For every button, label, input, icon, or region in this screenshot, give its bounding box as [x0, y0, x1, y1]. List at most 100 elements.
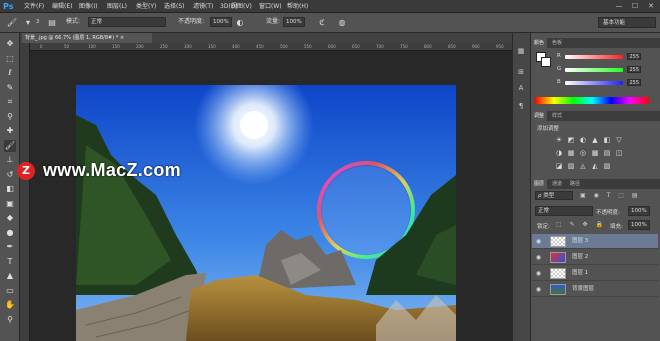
tab-adjustments[interactable]: 调整 — [531, 111, 548, 121]
brush-panel-icon[interactable]: ▤ — [46, 17, 58, 29]
adjustment-icon[interactable]: ◎ — [578, 148, 588, 158]
menu-item[interactable]: 选择(S) — [164, 2, 185, 11]
layer-name[interactable]: 图层 3 — [572, 234, 588, 249]
layer-opacity-input[interactable]: 100% — [628, 206, 650, 216]
menu-item[interactable]: 滤镜(T) — [193, 2, 213, 11]
layer-name[interactable]: 图层 1 — [572, 266, 588, 281]
channel-value[interactable]: 255 — [627, 66, 641, 73]
history-panel-icon[interactable]: ▦ — [515, 45, 527, 57]
layer-kind-filter[interactable]: ρ 类型 — [535, 191, 573, 200]
lock-icons[interactable]: ⬚ ✎ ✥ 🔒 — [556, 221, 606, 228]
brush-size[interactable]: 3 — [36, 17, 39, 27]
maximize-button[interactable]: ☐ — [628, 1, 642, 11]
adjustment-icon[interactable]: ▤ — [602, 148, 612, 158]
adjustment-icon[interactable]: ▨ — [602, 161, 612, 171]
adjustment-icon[interactable]: ▲ — [590, 135, 600, 145]
adjustment-icon[interactable]: ▽ — [614, 135, 624, 145]
adjustment-icon[interactable]: ▩ — [590, 148, 600, 158]
lasso-tool-icon[interactable]: ℓ — [4, 67, 16, 79]
brush-tool-icon[interactable]: 🖌 — [6, 17, 18, 29]
opacity-input[interactable]: 100% — [210, 17, 232, 27]
adjustment-icon[interactable]: ◧ — [602, 135, 612, 145]
workspace-select[interactable]: 基本功能 — [598, 17, 656, 28]
adjustment-icon[interactable]: ◪ — [554, 161, 564, 171]
blur-tool-icon[interactable]: ◆ — [4, 212, 16, 224]
fill-input[interactable]: 100% — [628, 220, 650, 230]
eraser-tool-icon[interactable]: ◧ — [4, 183, 16, 195]
menu-item[interactable]: 图层(L) — [107, 2, 127, 11]
layer-name[interactable]: 背景图层 — [572, 282, 594, 297]
marquee-tool-icon[interactable]: ⬚ — [4, 53, 16, 65]
zoom-tool-icon[interactable]: ⚲ — [4, 314, 16, 326]
eyedropper-tool-icon[interactable]: ⚲ — [4, 111, 16, 123]
type-tool-icon[interactable]: T — [4, 256, 16, 268]
tab-swatches[interactable]: 色板 — [549, 38, 565, 48]
eye-icon[interactable]: ◉ — [534, 266, 543, 281]
adjustment-icon[interactable]: ◭ — [590, 161, 600, 171]
adjustment-icon[interactable]: ◑ — [554, 148, 564, 158]
pressure-opacity-icon[interactable]: ◐ — [234, 17, 246, 29]
properties-panel-icon[interactable]: ⊞ — [515, 66, 527, 78]
move-tool-icon[interactable]: ✥ — [4, 38, 16, 50]
menu-item[interactable]: 文件(F) — [24, 2, 44, 11]
eye-icon[interactable]: ◉ — [534, 250, 543, 265]
blend-mode-select[interactable]: 正常 — [535, 206, 593, 216]
pen-tool-icon[interactable]: ✒ — [4, 241, 16, 253]
photoshop-logo[interactable]: Ps — [3, 1, 19, 12]
menu-item[interactable]: 编辑(E) — [52, 2, 72, 11]
dodge-tool-icon[interactable]: ● — [4, 227, 16, 239]
healing-tool-icon[interactable]: ✚ — [4, 125, 16, 137]
path-select-tool-icon[interactable]: ▲ — [4, 270, 16, 282]
minimize-button[interactable]: — — [612, 1, 626, 11]
adjustment-icon[interactable]: ◬ — [578, 161, 588, 171]
quick-select-tool-icon[interactable]: ✎ — [4, 82, 16, 94]
eye-icon[interactable]: ◉ — [534, 282, 543, 297]
close-button[interactable]: ✕ — [644, 1, 658, 11]
character-panel-icon[interactable]: A — [515, 82, 527, 94]
document-tab[interactable]: 背景_.jpg @ 66.7% (图层 1, RGB/8#) * × — [22, 33, 152, 43]
shape-tool-icon[interactable]: ▭ — [4, 285, 16, 297]
tab-paths[interactable]: 路径 — [567, 179, 583, 189]
tab-channels[interactable]: 通道 — [549, 179, 565, 189]
menu-item[interactable]: 图像(I) — [79, 2, 97, 11]
airbrush-icon[interactable]: ℭ — [316, 17, 328, 29]
brush-preset-picker-icon[interactable]: ▾ — [22, 17, 34, 29]
clone-stamp-tool-icon[interactable]: ⊥ — [4, 154, 16, 166]
channel-slider[interactable] — [565, 55, 623, 59]
adjustment-icon[interactable]: ▧ — [566, 161, 576, 171]
menu-item[interactable]: 帮助(H) — [287, 2, 308, 11]
tab-color[interactable]: 颜色 — [531, 38, 548, 48]
eye-icon[interactable]: ◉ — [534, 234, 543, 249]
background-swatch[interactable] — [541, 57, 551, 67]
color-spectrum-bar[interactable] — [535, 97, 649, 104]
flow-input[interactable]: 100% — [283, 17, 305, 27]
adjustment-icon[interactable]: ▦ — [566, 148, 576, 158]
layer-row[interactable]: ◉ 图层 3 — [532, 234, 658, 249]
menu-item[interactable]: 窗口(W) — [259, 2, 282, 11]
mode-select[interactable]: 正常 — [88, 17, 166, 27]
adjustment-icon[interactable]: ◩ — [566, 135, 576, 145]
gradient-tool-icon[interactable]: ▣ — [4, 198, 16, 210]
tab-layers[interactable]: 图层 — [531, 179, 548, 189]
adjustment-icon[interactable]: ◐ — [578, 135, 588, 145]
history-brush-tool-icon[interactable]: ↺ — [4, 169, 16, 181]
filter-icons[interactable]: ▣ ◉ T ⬚ ▤ — [580, 191, 650, 200]
menu-item[interactable]: 视图(V) — [231, 2, 252, 11]
layer-row[interactable]: ◉ 背景图层 — [532, 282, 658, 297]
layer-row[interactable]: ◉ 图层 1 — [532, 266, 658, 281]
document-canvas[interactable] — [76, 85, 456, 341]
channel-value[interactable]: 255 — [627, 79, 641, 86]
channel-slider[interactable] — [565, 68, 623, 72]
paragraph-panel-icon[interactable]: ¶ — [515, 100, 527, 112]
adjustment-icon[interactable]: ☀ — [554, 135, 564, 145]
channel-slider[interactable] — [565, 81, 623, 85]
tab-styles[interactable]: 样式 — [549, 111, 565, 121]
brush-tool-icon[interactable]: 🖌 — [4, 139, 16, 152]
channel-value[interactable]: 255 — [627, 53, 641, 60]
layer-row[interactable]: ◉ 图层 2 — [532, 250, 658, 265]
hand-tool-icon[interactable]: ✋ — [4, 299, 16, 311]
pressure-size-icon[interactable]: ◍ — [336, 17, 348, 29]
menu-item[interactable]: 类型(Y) — [136, 2, 156, 11]
crop-tool-icon[interactable]: ⌗ — [4, 96, 16, 108]
adjustment-icon[interactable]: ◫ — [614, 148, 624, 158]
